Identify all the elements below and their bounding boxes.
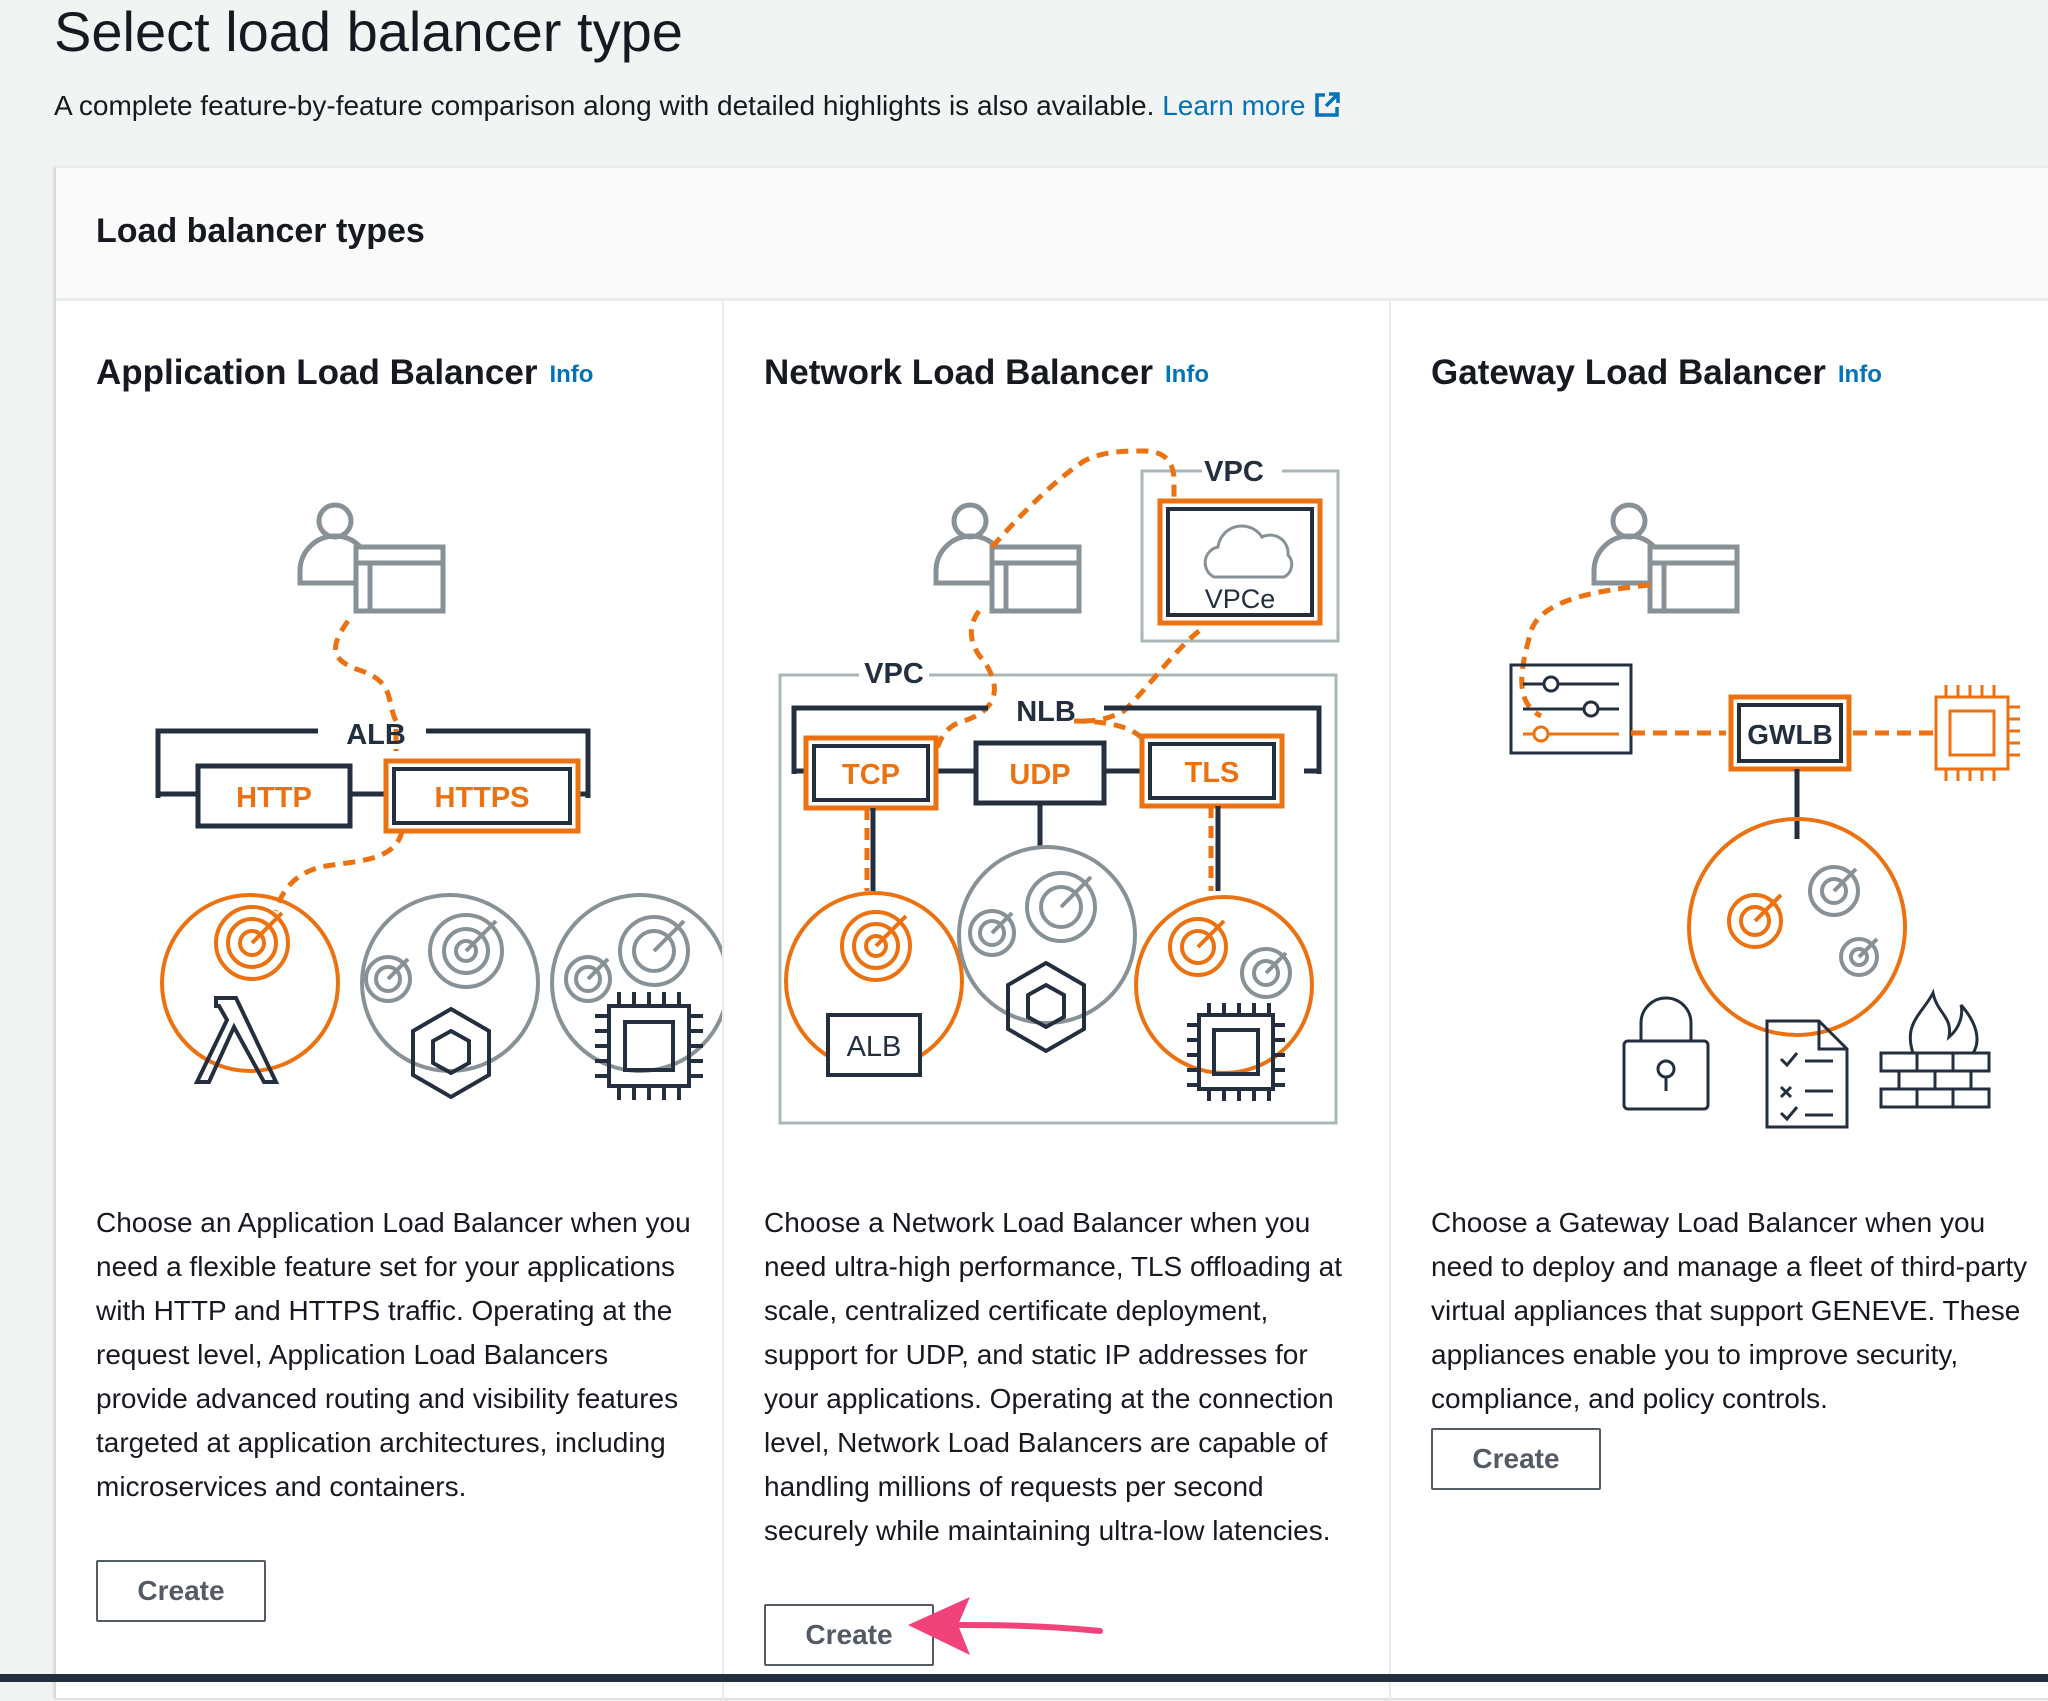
page-title: Select load balancer type (54, 0, 683, 63)
lambda-target-group (160, 893, 340, 1084)
vpc-label-lower: VPC (864, 658, 924, 690)
container-target-group (360, 893, 540, 1100)
appliance-target-group (1687, 817, 1907, 1037)
card-description: Choose a Gateway Load Balancer when you … (1431, 1207, 2028, 1414)
udp-label: UDP (1009, 759, 1070, 791)
http-label: HTTP (236, 782, 312, 814)
card-description: Choose a Network Load Balancer when you … (764, 1207, 1343, 1546)
tls-label: TLS (1185, 757, 1240, 789)
subtitle-text: A complete feature-by-feature comparison… (54, 90, 1155, 121)
alb-diagram: ALB HTTP HTTPS (155, 502, 722, 1100)
vpce-label: VPCe (1205, 584, 1276, 614)
nlb-diagram: VPC VPC VPCe NLB TCP UDP TLS ALB (778, 448, 1340, 1125)
settings-sliders-icon (1509, 663, 1633, 755)
panel-header: Load balancer types (56, 168, 2048, 301)
nlb-label: NLB (1016, 696, 1076, 728)
user-browser-icon (1591, 502, 1740, 614)
card-application-load-balancer: Application Load Balancer Info ALB HTTP H… (56, 301, 722, 1701)
create-alb-button[interactable]: Create (96, 1560, 266, 1622)
appliance-chip-icon (1934, 685, 2020, 781)
user-browser-icon (297, 502, 446, 614)
create-gwlb-button[interactable]: Create (1431, 1428, 1601, 1490)
https-label: HTTPS (434, 782, 529, 814)
lock-icon (1622, 996, 1710, 1111)
bottom-bar (0, 1674, 2048, 1682)
user-browser-icon (933, 502, 1082, 614)
container-target-group (957, 845, 1137, 1054)
gwlb-diagram: GWLB (1509, 502, 2020, 1129)
annotation-arrow-icon (908, 1597, 1103, 1655)
instance-target-group (1134, 895, 1314, 1101)
card-gateway-load-balancer: Gateway Load Balancer Info GWLB Choose a… (1389, 301, 2048, 1701)
compliance-checklist-icon (1765, 1019, 1849, 1129)
load-balancer-types-panel: Load balancer types Application Load Bal… (54, 166, 2048, 1701)
instance-target-group (550, 893, 722, 1100)
tcp-label: TCP (842, 759, 900, 791)
alb-target-label: ALB (847, 1031, 902, 1063)
page-subtitle: A complete feature-by-feature comparison… (54, 86, 1341, 126)
external-link-icon (1315, 92, 1341, 117)
learn-more-label: Learn more (1162, 90, 1306, 121)
card-description: Choose an Application Load Balancer when… (96, 1207, 691, 1502)
panel-title: Load balancer types (96, 212, 425, 250)
vpc-label-upper: VPC (1204, 456, 1264, 488)
card-network-load-balancer: Network Load BalancerInfo VPC VPC VPCe (722, 301, 1390, 1701)
learn-more-link[interactable]: Learn more (1162, 90, 1341, 121)
firewall-icon (1879, 988, 1991, 1109)
gwlb-label: GWLB (1747, 719, 1833, 750)
alb-label: ALB (346, 719, 406, 751)
